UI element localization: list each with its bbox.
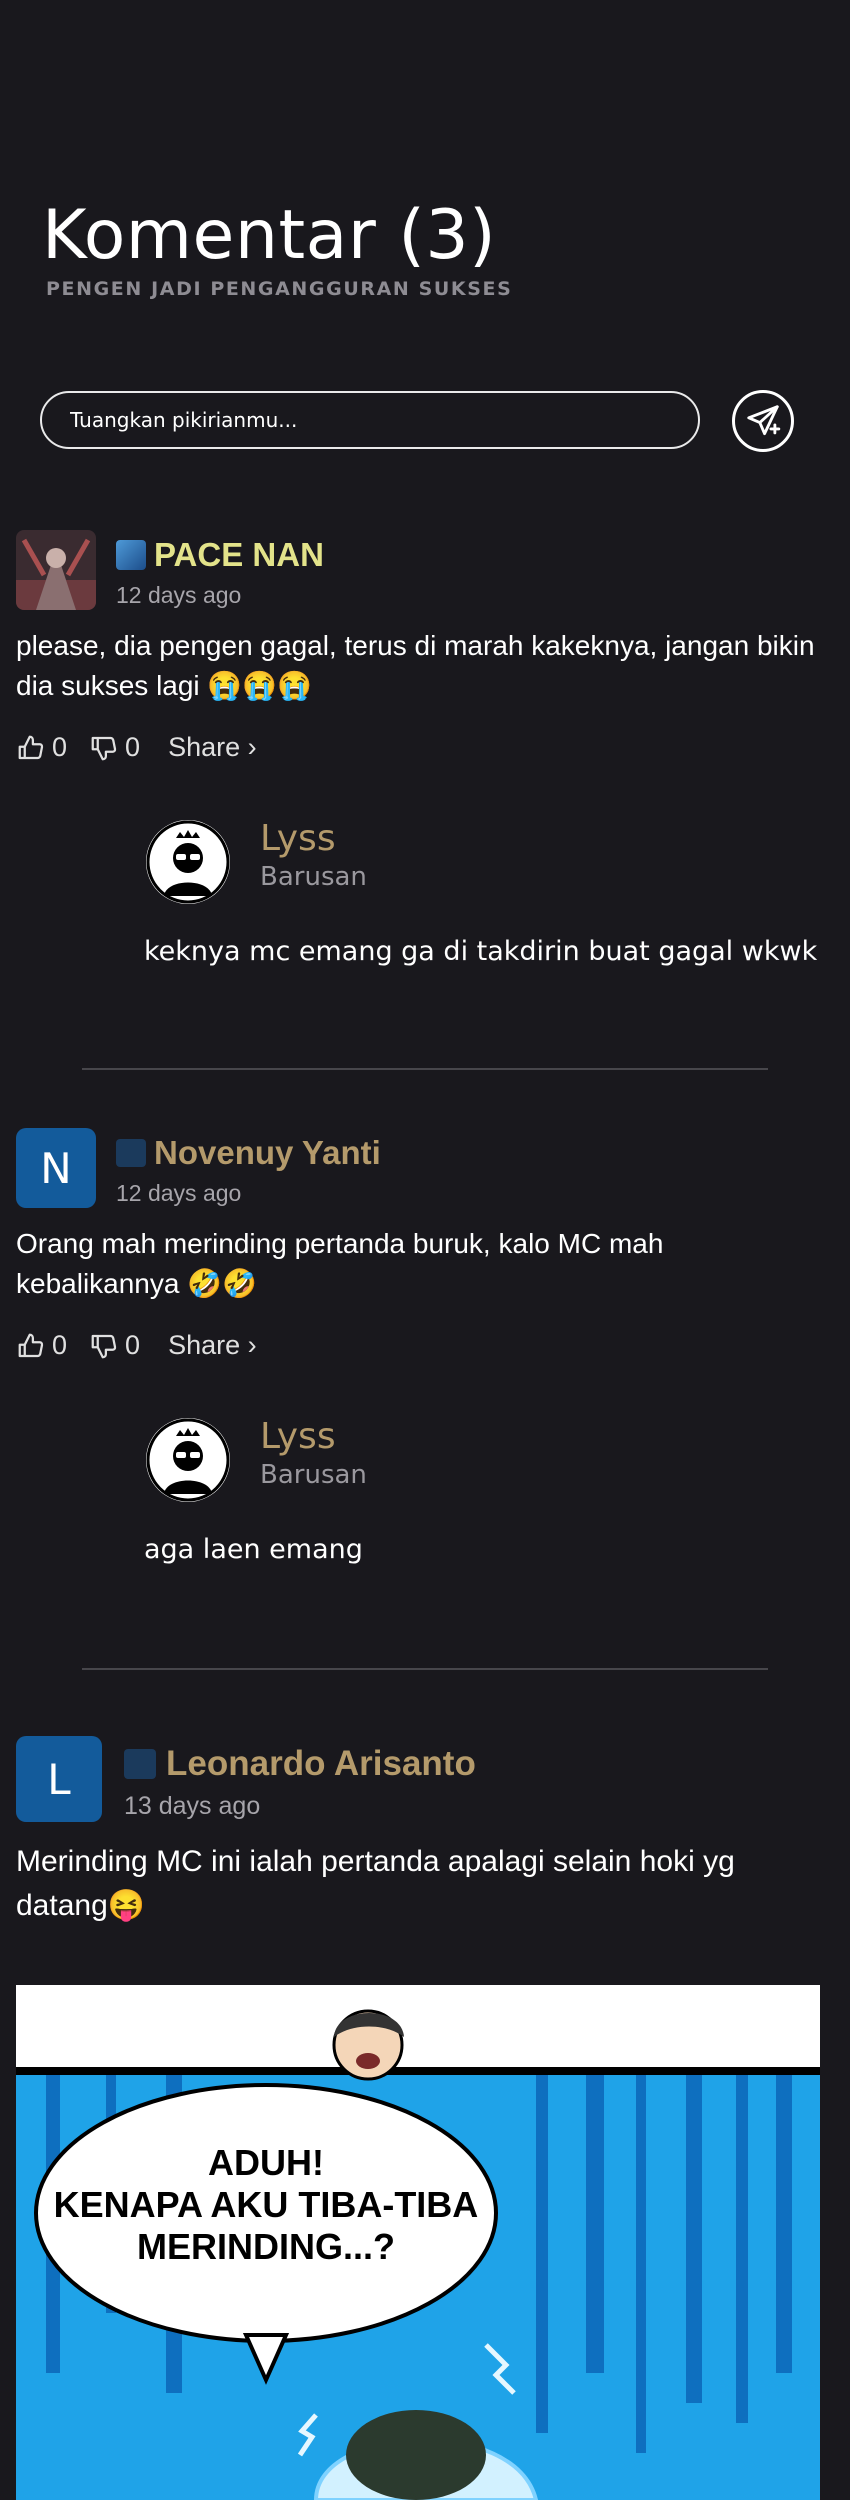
dislike-button[interactable]: 0 [89,1330,140,1361]
reply-avatar[interactable] [146,820,230,904]
avatar-image [16,530,96,610]
user-avatar-icon [146,820,230,904]
comic-bubble-text-line2: KENAPA AKU TIBA-TIBA [54,2184,479,2225]
user-avatar-icon [146,1418,230,1502]
comment-input-wrapper [40,391,700,449]
like-count: 0 [52,1330,68,1360]
comic-bubble-text-line3: MERINDING...? [137,2226,395,2267]
dislike-count: 0 [125,1330,141,1360]
comment-text: please, dia pengen gagal, terus di marah… [16,630,815,701]
comment-text: Orang mah merinding pertanda buruk, kalo… [16,1228,664,1299]
reply-author-name[interactable]: Lyss [260,1416,336,1457]
rank-badge-icon [124,1749,156,1779]
commenter-name[interactable]: Leonardo Arisanto [166,1744,476,1784]
rank-badge-icon [116,540,146,570]
send-icon [747,405,781,436]
dislike-button[interactable]: 0 [89,732,140,763]
avatar[interactable]: N [16,1128,96,1208]
rank-badge-icon [116,1139,146,1167]
thumbs-up-icon [18,1333,44,1357]
comment-text: Merinding MC ini ialah pertanda apalagi … [16,1845,735,1922]
like-button[interactable]: 0 [16,732,67,763]
like-count: 0 [52,732,68,762]
dislike-count: 0 [125,732,141,762]
thumbs-down-icon [91,1334,117,1358]
comment-time: 12 days ago [116,1180,242,1206]
divider [82,1668,768,1670]
divider [82,1068,768,1070]
comment-actions: 0 0 Share › [16,732,279,763]
comic-bubble-text-line1: ADUH! [208,2142,324,2183]
share-button[interactable]: Share › [168,732,257,763]
reply-time: Barusan [260,1460,367,1490]
like-button[interactable]: 0 [16,1330,67,1361]
comment-input[interactable] [42,393,698,447]
avatar[interactable] [16,530,96,610]
commenter-name[interactable]: PACE NAN [154,536,324,574]
send-button[interactable] [732,390,794,452]
reply-text: keknya mc emang ga di takdirin buat gaga… [144,936,818,967]
comic-panel-image: ADUH! KENAPA AKU TIBA-TIBA MERINDING...? [16,1985,820,2500]
page-title: Komentar (3) [42,196,497,275]
comment-time: 13 days ago [124,1792,261,1820]
reply-text: aga laen emang [144,1534,363,1565]
reply-author-name[interactable]: Lyss [260,818,336,859]
reply-time: Barusan [260,862,367,892]
thumbs-down-icon [91,736,117,760]
comment-time: 12 days ago [116,582,242,608]
avatar[interactable]: L [16,1736,102,1822]
share-button[interactable]: Share › [168,1330,257,1361]
thumbs-up-icon [18,735,44,759]
page-subtitle: PENGEN JADI PENGANGGURAN SUKSES [46,278,513,300]
comment-actions: 0 0 Share › [16,1330,279,1361]
reply-avatar[interactable] [146,1418,230,1502]
commenter-name[interactable]: Novenuy Yanti [154,1134,381,1172]
comment-attachment-image[interactable]: ADUH! KENAPA AKU TIBA-TIBA MERINDING...? [16,1985,820,2500]
